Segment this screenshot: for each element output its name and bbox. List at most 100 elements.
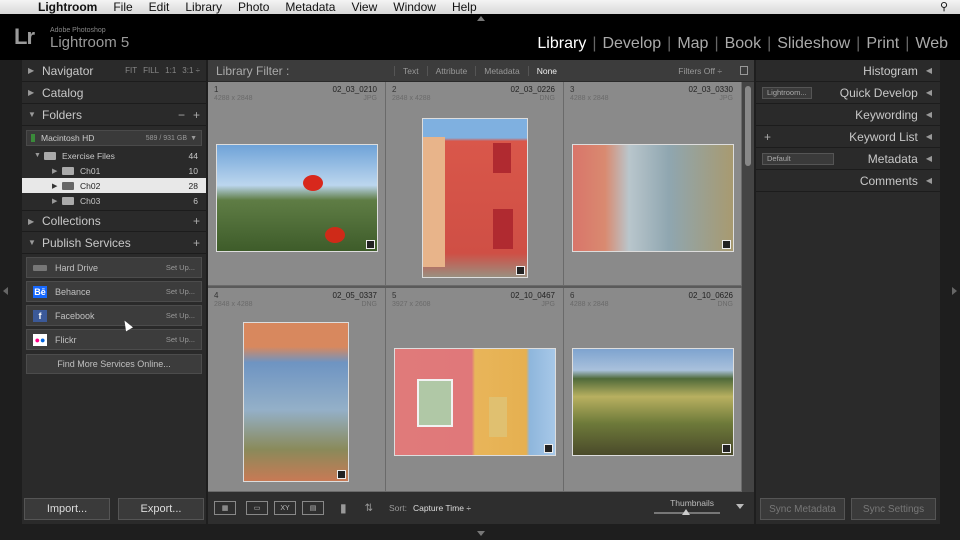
setup-link[interactable]: Set Up...: [166, 335, 195, 344]
grid-cell[interactable]: 2 02_03_0226 2848 x 4288 DNG: [386, 82, 564, 286]
add-folder-icon[interactable]: +: [193, 108, 200, 122]
collapsed-triangle-icon[interactable]: ▶: [52, 167, 62, 175]
zoom-1-1[interactable]: 1:1: [165, 66, 176, 75]
sync-metadata-button[interactable]: Sync Metadata: [760, 498, 845, 520]
filter-tab-none[interactable]: None: [527, 65, 565, 76]
scrollbar-thumb[interactable]: [745, 86, 751, 166]
import-button[interactable]: Import...: [24, 498, 110, 520]
module-develop[interactable]: Develop: [596, 35, 667, 53]
metadata-preset-dropdown[interactable]: Default: [762, 152, 834, 165]
module-print[interactable]: Print: [860, 35, 905, 53]
toolbar-options-dropdown-icon[interactable]: [736, 504, 744, 509]
publish-services-header[interactable]: ▼ Publish Services +: [22, 232, 206, 254]
survey-view-icon[interactable]: ▤: [302, 501, 324, 515]
filter-tab-text[interactable]: Text: [394, 65, 427, 76]
folder-exercise-files[interactable]: ▼ Exercise Files 44: [22, 148, 206, 163]
find-more-services-button[interactable]: Find More Services Online...: [26, 354, 202, 374]
photo-thumbnail[interactable]: [216, 144, 378, 252]
thumbnail-size-slider[interactable]: [654, 509, 720, 515]
catalog-header[interactable]: ▶ Catalog: [22, 82, 206, 104]
cell-dimensions: 4288 x 2848: [570, 301, 609, 308]
keyword-list-header[interactable]: + Keyword List ◀: [756, 126, 940, 148]
zoom-custom[interactable]: 3:1 ÷: [182, 66, 200, 75]
loupe-view-icon[interactable]: ▭: [246, 501, 268, 515]
menu-window[interactable]: Window: [393, 0, 436, 14]
menu-help[interactable]: Help: [452, 0, 477, 14]
metadata-header[interactable]: Default Metadata ◀: [756, 148, 940, 170]
grid-cell[interactable]: 3 02_03_0330 4288 x 2848 JPG: [564, 82, 742, 286]
photo-thumbnail[interactable]: [422, 118, 528, 278]
grid-cell[interactable]: 6 02_10_0626 4288 x 2848 DNG: [564, 288, 742, 492]
volume-macintosh-hd[interactable]: Macintosh HD 589 / 931 GB ▼: [26, 130, 202, 146]
add-keyword-icon[interactable]: +: [764, 130, 771, 144]
spotlight-search-icon[interactable]: ⚲: [940, 0, 948, 13]
photo-thumbnail[interactable]: [572, 144, 734, 252]
add-collection-icon[interactable]: +: [193, 214, 200, 228]
setup-link[interactable]: Set Up...: [166, 311, 195, 320]
add-publish-service-icon[interactable]: +: [193, 236, 200, 250]
menu-photo[interactable]: Photo: [238, 0, 269, 14]
remove-folder-icon[interactable]: −: [178, 108, 185, 122]
module-library[interactable]: Library: [531, 35, 592, 53]
service-behance[interactable]: Bē Behance Set Up...: [26, 281, 202, 302]
lock-icon[interactable]: [740, 66, 748, 75]
grid-cell[interactable]: 4 02_05_0337 2848 x 4288 DNG: [208, 288, 386, 492]
sort-dropdown[interactable]: Capture Time ÷: [413, 503, 471, 513]
grid-scrollbar[interactable]: [742, 82, 754, 492]
histogram-header[interactable]: Histogram ◀: [756, 60, 940, 82]
sort-direction-icon[interactable]: ⇅: [365, 503, 373, 514]
comments-header[interactable]: Comments ◀: [756, 170, 940, 192]
menu-edit[interactable]: Edit: [149, 0, 170, 14]
service-facebook[interactable]: f Facebook Set Up...: [26, 305, 202, 326]
collapsed-triangle-icon[interactable]: ▶: [52, 197, 62, 205]
module-map[interactable]: Map: [671, 35, 714, 53]
menu-view[interactable]: View: [351, 0, 377, 14]
slider-knob[interactable]: [682, 509, 690, 515]
module-slideshow[interactable]: Slideshow: [771, 35, 856, 53]
collapsed-triangle-icon[interactable]: ▶: [52, 182, 62, 190]
service-hard-drive[interactable]: Hard Drive Set Up...: [26, 257, 202, 278]
zoom-fill[interactable]: FILL: [143, 66, 159, 75]
menu-app[interactable]: Lightroom: [38, 0, 97, 14]
export-button[interactable]: Export...: [118, 498, 204, 520]
menu-metadata[interactable]: Metadata: [285, 0, 335, 14]
service-flickr[interactable]: ● ● Flickr Set Up...: [26, 329, 202, 350]
zoom-fit[interactable]: FIT: [125, 66, 137, 75]
hide-top-panel-arrow-icon[interactable]: [477, 16, 485, 21]
module-book[interactable]: Book: [719, 35, 767, 53]
folder-ch03[interactable]: ▶ Ch03 6: [22, 193, 206, 208]
filter-presets-dropdown[interactable]: Filters Off ÷: [678, 66, 722, 76]
keywording-header[interactable]: Keywording ◀: [756, 104, 940, 126]
grid-cell[interactable]: 1 02_03_0210 4288 x 2848 JPG: [208, 82, 386, 286]
hide-right-panel-arrow-icon[interactable]: [952, 287, 957, 295]
compare-view-icon[interactable]: XY: [274, 501, 296, 515]
expanded-triangle-icon[interactable]: ▼: [34, 152, 44, 159]
menu-library[interactable]: Library: [185, 0, 222, 14]
folder-ch01[interactable]: ▶ Ch01 10: [22, 163, 206, 178]
collections-header[interactable]: ▶ Collections +: [22, 210, 206, 232]
sync-settings-button[interactable]: Sync Settings: [851, 498, 936, 520]
cell-index: 2: [392, 85, 397, 94]
quick-develop-header[interactable]: Lightroom... Quick Develop ◀: [756, 82, 940, 104]
grid-cell[interactable]: 5 02_10_0467 3927 x 2608 JPG: [386, 288, 564, 492]
setup-link[interactable]: Set Up...: [166, 287, 195, 296]
filter-tab-metadata[interactable]: Metadata: [475, 65, 527, 76]
saved-preset-dropdown[interactable]: Lightroom...: [762, 86, 812, 99]
setup-link[interactable]: Set Up...: [166, 263, 195, 272]
folder-ch02[interactable]: ▶ Ch02 28: [22, 178, 206, 193]
menu-file[interactable]: File: [113, 0, 132, 14]
hide-left-panel-arrow-icon[interactable]: [3, 287, 8, 295]
navigator-header[interactable]: ▶ Navigator FIT FILL 1:1 3:1 ÷: [22, 60, 206, 82]
module-web[interactable]: Web: [909, 35, 954, 53]
photo-thumbnail[interactable]: [243, 322, 349, 482]
left-panel-buttons: Import... Export...: [22, 498, 206, 520]
hide-filmstrip-arrow-icon[interactable]: [477, 531, 485, 536]
photo-thumbnail[interactable]: [572, 348, 734, 456]
cell-extension: DNG: [717, 301, 733, 308]
filter-tab-attribute[interactable]: Attribute: [426, 65, 476, 76]
drive-expand-icon[interactable]: ▼: [190, 135, 197, 142]
grid-view-icon[interactable]: ▦: [214, 501, 236, 515]
painter-icon[interactable]: ▮: [340, 501, 347, 515]
folders-header[interactable]: ▼ Folders − +: [22, 104, 206, 126]
photo-thumbnail[interactable]: [394, 348, 556, 456]
